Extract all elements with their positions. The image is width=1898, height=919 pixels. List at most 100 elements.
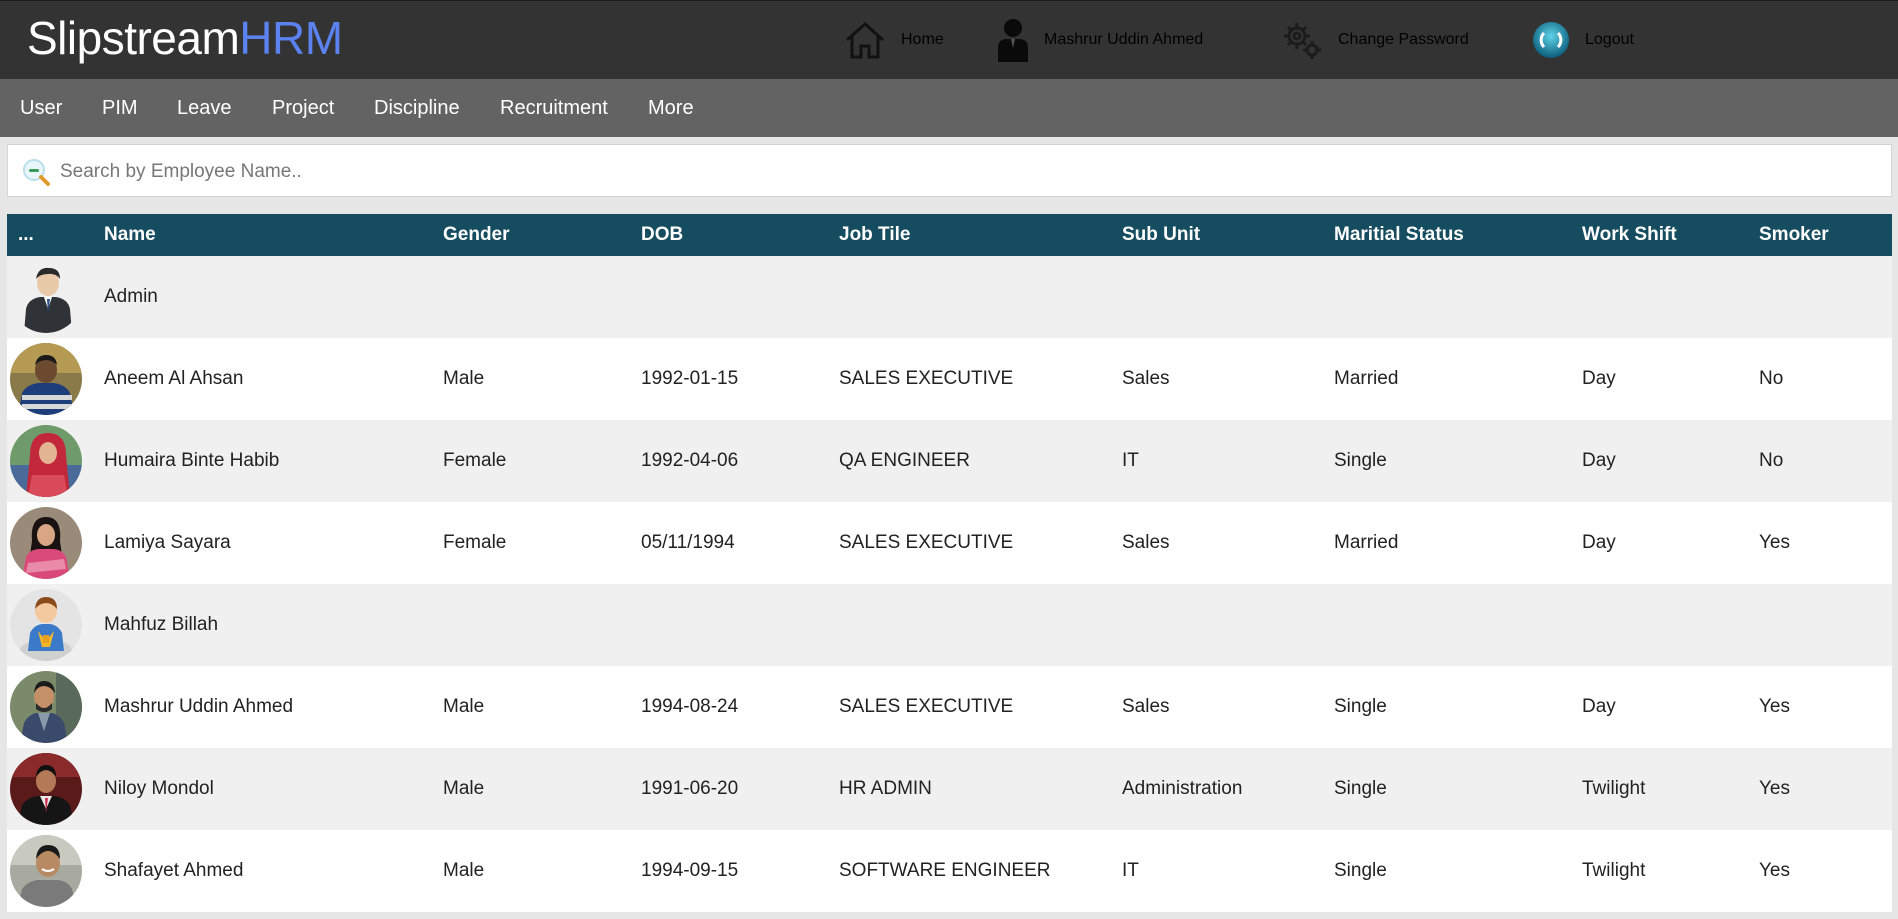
menu-item-more[interactable]: More: [648, 79, 694, 137]
search-input[interactable]: [58, 153, 1862, 191]
cell-name: Mashrur Uddin Ahmed: [104, 696, 294, 717]
cell-job-title: QA ENGINEER: [839, 450, 970, 471]
header-gender[interactable]: Gender: [443, 214, 510, 256]
cell-dob: 1994-09-15: [641, 860, 739, 881]
header-smoker[interactable]: Smoker: [1759, 214, 1829, 256]
cell-sub-unit: Sales: [1122, 532, 1170, 553]
menu-item-project[interactable]: Project: [272, 79, 334, 137]
employee-table: ... Name Gender DOB Job Tile Sub Unit Ma…: [7, 214, 1892, 912]
cell-sub-unit: Sales: [1122, 368, 1170, 389]
user-icon: [996, 18, 1030, 62]
cell-job-title: SALES EXECUTIVE: [839, 368, 1014, 389]
cell-sub-unit: Sales: [1122, 696, 1170, 717]
cell-name: Humaira Binte Habib: [104, 450, 280, 471]
table-row[interactable]: Niloy Mondol Male 1991-06-20 HR ADMIN Ad…: [7, 748, 1892, 830]
cell-marital-status: Single: [1334, 778, 1387, 799]
cell-marital-status: Married: [1334, 532, 1399, 553]
admin-avatar: [10, 261, 82, 333]
logout-link[interactable]: Logout: [1531, 18, 1634, 62]
cell-gender: Male: [443, 368, 485, 389]
cell-work-shift: Twilight: [1582, 778, 1646, 799]
cell-job-title: SALES EXECUTIVE: [839, 696, 1014, 717]
cartoon-avatar: [10, 589, 82, 661]
cell-marital-status: Single: [1334, 860, 1387, 881]
header-dob[interactable]: DOB: [641, 214, 683, 256]
header-photo[interactable]: ...: [18, 214, 34, 256]
table-row[interactable]: Mahfuz Billah: [7, 584, 1892, 666]
cell-dob: 1992-04-06: [641, 450, 739, 471]
header-name[interactable]: Name: [104, 214, 156, 256]
cell-gender: Male: [443, 696, 485, 717]
header-sub-unit[interactable]: Sub Unit: [1122, 214, 1200, 256]
cell-job-title: HR ADMIN: [839, 778, 932, 799]
cell-name: Mahfuz Billah: [104, 614, 219, 635]
menu-item-user[interactable]: User: [20, 79, 62, 137]
home-label: Home: [901, 31, 944, 48]
cell-dob: 1991-06-20: [641, 778, 739, 799]
home-link[interactable]: Home: [843, 18, 944, 62]
cell-dob: 05/11/1994: [641, 532, 735, 553]
cell-work-shift: Day: [1582, 532, 1616, 553]
cell-smoker: No: [1759, 450, 1784, 471]
employee-photo: [10, 507, 82, 579]
cell-sub-unit: IT: [1122, 450, 1139, 471]
header-marital-status[interactable]: Maritial Status: [1334, 214, 1464, 256]
user-profile-link[interactable]: Mashrur Uddin Ahmed: [996, 18, 1203, 62]
cell-smoker: Yes: [1759, 532, 1790, 553]
cell-name: Lamiya Sayara: [104, 532, 231, 553]
menu-item-discipline[interactable]: Discipline: [374, 79, 460, 137]
cell-smoker: No: [1759, 368, 1784, 389]
cell-name: Shafayet Ahmed: [104, 860, 244, 881]
cell-job-title: SALES EXECUTIVE: [839, 532, 1014, 553]
brand-accent: HRM: [239, 12, 343, 64]
home-icon: [843, 20, 887, 60]
cell-gender: Female: [443, 532, 507, 553]
menu-item-pim[interactable]: PIM: [102, 79, 138, 137]
table-row[interactable]: Humaira Binte Habib Female 1992-04-06 QA…: [7, 420, 1892, 502]
table-row[interactable]: Admin: [7, 256, 1892, 338]
cell-work-shift: Day: [1582, 368, 1616, 389]
header-work-shift[interactable]: Work Shift: [1582, 214, 1677, 256]
menu-item-recruitment[interactable]: Recruitment: [500, 79, 608, 137]
employee-photo: [10, 343, 82, 415]
table-row[interactable]: Shafayet Ahmed Male 1994-09-15 SOFTWARE …: [7, 830, 1892, 912]
table-row[interactable]: Aneem Al Ahsan Male 1992-01-15 SALES EXE…: [7, 338, 1892, 420]
search-icon: [20, 156, 52, 193]
cell-name: Aneem Al Ahsan: [104, 368, 244, 389]
cell-work-shift: Day: [1582, 450, 1616, 471]
cell-smoker: Yes: [1759, 778, 1790, 799]
cell-dob: 1992-01-15: [641, 368, 739, 389]
cell-sub-unit: Administration: [1122, 778, 1243, 799]
top-bar: SlipstreamHRM Home Mashrur Uddin Ahmed C…: [0, 0, 1898, 79]
logout-label: Logout: [1585, 31, 1634, 48]
cell-gender: Male: [443, 778, 485, 799]
cell-marital-status: Single: [1334, 450, 1387, 471]
menu-item-leave[interactable]: Leave: [177, 79, 232, 137]
main-menu: User PIM Leave Project Discipline Recrui…: [0, 79, 1898, 137]
employee-search: [7, 144, 1892, 197]
app-logo[interactable]: SlipstreamHRM: [27, 11, 343, 65]
change-password-link[interactable]: Change Password: [1282, 18, 1469, 62]
table-row[interactable]: Lamiya Sayara Female 05/11/1994 SALES EX…: [7, 502, 1892, 584]
cell-dob: 1994-08-24: [641, 696, 739, 717]
cell-gender: Male: [443, 860, 485, 881]
employee-photo: [10, 425, 82, 497]
cell-work-shift: Twilight: [1582, 860, 1646, 881]
cell-name: Niloy Mondol: [104, 778, 214, 799]
cell-smoker: Yes: [1759, 860, 1790, 881]
cell-marital-status: Married: [1334, 368, 1399, 389]
employee-photo: [10, 835, 82, 907]
logout-icon: [1531, 20, 1571, 60]
employee-photo: [10, 671, 82, 743]
gear-icon: [1282, 19, 1324, 61]
header-job-title[interactable]: Job Tile: [839, 214, 910, 256]
employee-photo: [10, 753, 82, 825]
cell-marital-status: Single: [1334, 696, 1387, 717]
cell-name: Admin: [104, 286, 158, 307]
user-name-label: Mashrur Uddin Ahmed: [1044, 31, 1204, 48]
change-password-label: Change Password: [1338, 31, 1469, 48]
cell-work-shift: Day: [1582, 696, 1616, 717]
brand-main: Slipstream: [27, 12, 240, 64]
table-row[interactable]: Mashrur Uddin Ahmed Male 1994-08-24 SALE…: [7, 666, 1892, 748]
cell-job-title: SOFTWARE ENGINEER: [839, 860, 1051, 881]
